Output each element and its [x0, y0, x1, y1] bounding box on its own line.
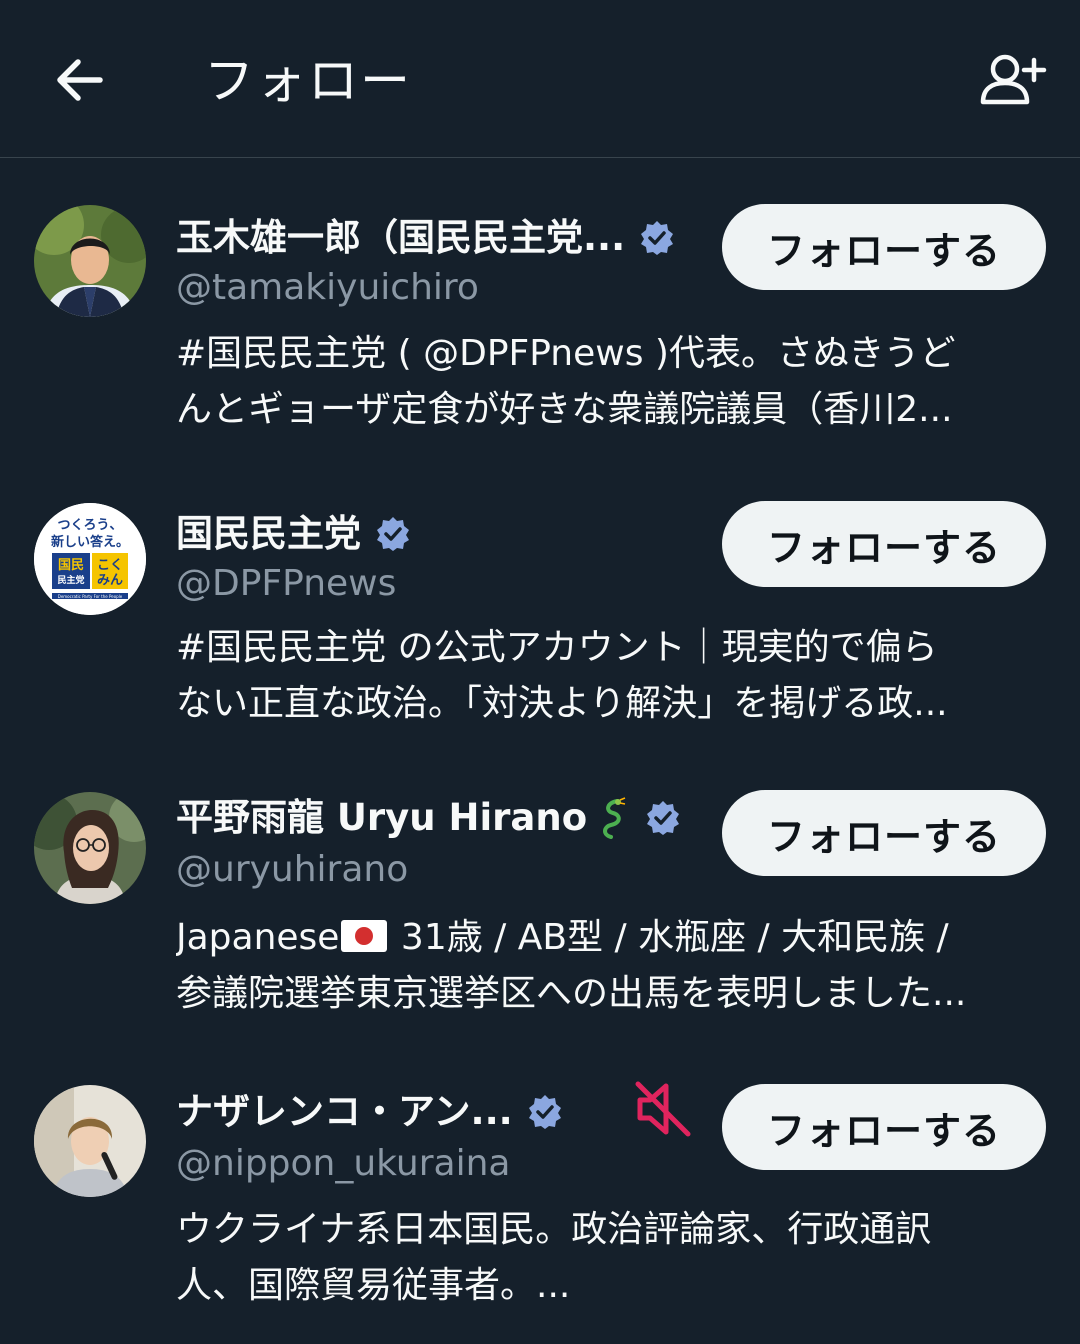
- dragon-icon: [603, 797, 626, 839]
- following-list: 玉木雄一郎（国民民主党... @tamakiyuichiro フォローする #国…: [0, 158, 1080, 1334]
- verified-badge-icon: [647, 801, 680, 835]
- arrow-left-icon: [57, 59, 103, 101]
- speaker-muted-icon[interactable]: [632, 1078, 694, 1140]
- bio-text: 31歳 / AB型 / 水瓶座 / 大和民族 /: [389, 917, 949, 958]
- verified-badge-icon: [641, 221, 674, 255]
- bio-text: Japanese: [176, 917, 340, 958]
- bio-line: Japanese 31歳 / AB型 / 水瓶座 / 大和民族 /: [176, 910, 1048, 966]
- avatar[interactable]: [34, 792, 146, 904]
- name-line: 平野雨龍 Uryu Hirano: [176, 790, 681, 846]
- follow-button[interactable]: フォローする: [722, 790, 1046, 876]
- logo-text: 国民: [58, 558, 84, 573]
- avatar[interactable]: つくろう、 新しい答え。 国民 民主党 こく みん Democratic Par…: [34, 503, 146, 615]
- follow-button[interactable]: フォローする: [722, 1084, 1046, 1170]
- verified-badge-icon: [377, 517, 409, 551]
- name-line: 国民民主党: [176, 506, 411, 562]
- following-screen: フォロー 玉木雄一郎（国民民主党... @tamakiyuichiro フォロー…: [0, 0, 1080, 1344]
- user-bio: Japanese 31歳 / AB型 / 水瓶座 / 大和民族 / 参議院選挙東…: [176, 910, 1048, 1022]
- name-line: 玉木雄一郎（国民民主党...: [176, 210, 675, 266]
- bio-line: ない正直な政治。「対決より解決」を掲げる政...: [176, 683, 948, 724]
- bio-line: んとギョーザ定食が好きな衆議院議員（香川2...: [176, 389, 953, 430]
- user-bio: #国民民主党 ( @DPFPnews )代表。さぬきうど んとギョーザ定食が好き…: [176, 326, 1048, 438]
- add-person-button[interactable]: [978, 52, 1048, 108]
- user-handle[interactable]: @nippon_ukuraina: [176, 1138, 510, 1190]
- logo-text: 民主党: [57, 574, 84, 586]
- bio-line: ウクライナ系日本国民。政治評論家、行政通訳: [176, 1209, 932, 1250]
- display-name[interactable]: 国民民主党: [176, 506, 361, 562]
- bio-line: #国民民主党 の公式アカウント｜現実的で偏ら: [176, 627, 938, 668]
- user-bio: #国民民主党 の公式アカウント｜現実的で偏ら ない正直な政治。「対決より解決」を…: [176, 620, 1048, 732]
- bio-line: #国民民主党 ( @DPFPnews )代表。さぬきうど: [176, 333, 956, 374]
- user-row[interactable]: 平野雨龍 Uryu Hirano @uryuhirano フォローする Japa…: [0, 738, 1080, 1034]
- user-row[interactable]: つくろう、 新しい答え。 国民 民主党 こく みん Democratic Par…: [0, 448, 1080, 738]
- bio-line: 参議院選挙東京選挙区への出馬を表明しました...: [176, 973, 967, 1014]
- logo-text: Democratic Party For the People: [58, 594, 123, 599]
- name-line: ナザレンコ・アン...: [176, 1084, 563, 1140]
- follow-button[interactable]: フォローする: [722, 501, 1046, 587]
- user-handle[interactable]: @uryuhirano: [176, 844, 408, 896]
- display-name[interactable]: ナザレンコ・アン...: [176, 1084, 513, 1140]
- user-row[interactable]: 玉木雄一郎（国民民主党... @tamakiyuichiro フォローする #国…: [0, 158, 1080, 448]
- person-add-icon: [980, 54, 1047, 105]
- logo-text: みん: [97, 573, 123, 588]
- user-row[interactable]: ナザレンコ・アン... @nippon_ukuraina フォローする ウクライ…: [0, 1034, 1080, 1334]
- display-name[interactable]: 平野雨龍 Uryu Hirano: [176, 790, 587, 846]
- user-handle[interactable]: @tamakiyuichiro: [176, 262, 479, 314]
- page-title: フォロー: [204, 52, 412, 110]
- display-name[interactable]: 玉木雄一郎（国民民主党...: [176, 210, 625, 266]
- user-bio: ウクライナ系日本国民。政治評論家、行政通訳 人、国際貿易従事者。...: [176, 1202, 1048, 1314]
- follow-button[interactable]: フォローする: [722, 204, 1046, 290]
- top-bar: フォロー: [0, 0, 1080, 158]
- back-button[interactable]: [50, 52, 110, 108]
- logo-text: つくろう、: [57, 518, 122, 533]
- user-handle[interactable]: @DPFPnews: [176, 558, 396, 610]
- logo-text: 新しい答え。: [51, 534, 129, 550]
- japan-flag-icon: [341, 920, 388, 952]
- bio-line: 人、国際貿易従事者。...: [176, 1265, 571, 1306]
- logo-text: こく: [97, 558, 123, 573]
- avatar[interactable]: [34, 205, 146, 317]
- verified-badge-icon: [528, 1095, 561, 1129]
- avatar[interactable]: [34, 1085, 146, 1197]
